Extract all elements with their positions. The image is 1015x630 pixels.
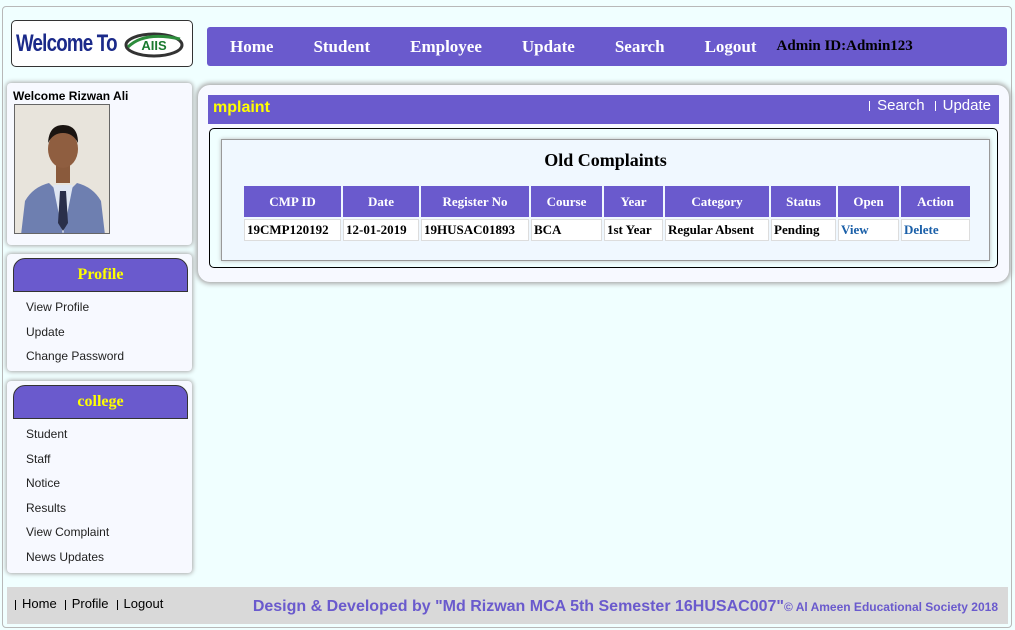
update-link[interactable]: Update [934,97,991,114]
column-header-open: Open [838,186,899,217]
nav-home[interactable]: Home [230,37,273,57]
college-menu-panel: college Student Staff Notice Results Vie… [7,381,192,573]
complaints-container: Old Complaints CMP ID Date Register No C… [209,128,998,268]
column-header-action: Action [901,186,970,217]
footer: Home Profile Logout Design & Developed b… [7,587,1008,624]
menu-item-notice[interactable]: Notice [26,471,192,496]
view-link[interactable]: View [838,219,899,241]
footer-link-logout-label: Logout [123,596,164,611]
delete-link[interactable]: Delete [901,219,970,241]
footer-link-profile[interactable]: Profile [64,596,109,611]
welcome-text: Welcome Rizwan Ali [13,89,129,103]
update-link-label: Update [942,97,991,114]
search-link-label: Search [877,97,925,114]
column-header-year: Year [604,186,663,217]
cell-date: 12-01-2019 [343,219,419,241]
nav-update[interactable]: Update [522,37,575,57]
title-bar: mplaint Search Update [208,95,999,124]
column-header-register-no: Register No [421,186,529,217]
cell-status: Pending [771,219,836,241]
profile-menu-panel: Profile View Profile Update Change Passw… [7,254,192,371]
complaints-inner-box: Old Complaints CMP ID Date Register No C… [221,139,990,261]
nav-logout[interactable]: Logout [705,37,757,57]
column-header-category: Category [665,186,769,217]
footer-link-home[interactable]: Home [15,596,57,611]
table-header-row: CMP ID Date Register No Course Year Cate… [244,186,970,217]
complaints-table: CMP ID Date Register No Course Year Cate… [242,184,972,243]
footer-credit: Design & Developed by "Md Rizwan MCA 5th… [253,598,998,616]
credit-text: Design & Developed by "Md Rizwan MCA 5th… [252,598,784,615]
column-header-course: Course [531,186,602,217]
footer-link-home-label: Home [22,596,57,611]
cell-cmp-id: 19CMP120192 [244,219,341,241]
menu-item-update[interactable]: Update [26,320,192,345]
nav-employee[interactable]: Employee [410,37,482,57]
marquee-text: mplaint [213,99,270,116]
menu-item-news-updates[interactable]: News Updates [26,545,192,570]
cell-register-no: 19HUSAC01893 [421,219,529,241]
link-separator [934,101,936,112]
menu-item-view-complaint[interactable]: View Complaint [26,520,192,545]
admin-id-label: Admin ID:Admin123 [776,38,913,54]
college-menu-list: Student Staff Notice Results View Compla… [7,422,192,570]
nav-search[interactable]: Search [615,37,665,57]
profile-menu-title: Profile [13,258,188,292]
logo-welcome-text: Welcome To [16,30,118,57]
user-photo-image [15,105,109,233]
copyright-text: © Al Ameen Educational Society 2018 [783,600,998,614]
cell-course: BCA [531,219,602,241]
profile-menu-list: View Profile Update Change Password [7,295,192,369]
table-row: 19CMP120192 12-01-2019 19HUSAC01893 BCA … [244,219,970,241]
menu-item-change-password[interactable]: Change Password [26,344,192,369]
title-links: Search Update [859,97,991,114]
welcome-panel: Welcome Rizwan Ali [7,83,192,245]
menu-item-results[interactable]: Results [26,496,192,521]
link-separator [15,599,16,610]
column-header-cmp-id: CMP ID [244,186,341,217]
footer-links: Home Profile Logout [15,596,171,611]
aiis-logo-icon: AIIS [124,32,184,58]
main-content: mplaint Search Update Old Complaints CMP… [198,85,1009,282]
cell-category: Regular Absent [665,219,769,241]
user-photo [14,104,110,234]
college-menu-title: college [13,385,188,419]
logo-mark-text: AIIS [141,38,167,53]
menu-item-view-profile[interactable]: View Profile [26,295,192,320]
cell-year: 1st Year [604,219,663,241]
nav-student[interactable]: Student [313,37,370,57]
link-separator [64,599,66,610]
link-separator [116,599,118,610]
column-header-status: Status [771,186,836,217]
search-link[interactable]: Search [869,97,925,114]
footer-link-logout[interactable]: Logout [116,596,164,611]
link-separator [869,101,871,112]
column-header-date: Date [343,186,419,217]
footer-link-profile-label: Profile [71,596,109,611]
site-logo[interactable]: Welcome To AIIS [11,20,193,67]
menu-item-staff[interactable]: Staff [26,447,192,472]
menu-item-student[interactable]: Student [26,422,192,447]
table-title: Old Complaints [544,150,667,170]
top-nav: Home Student Employee Update Search Logo… [207,27,1007,66]
